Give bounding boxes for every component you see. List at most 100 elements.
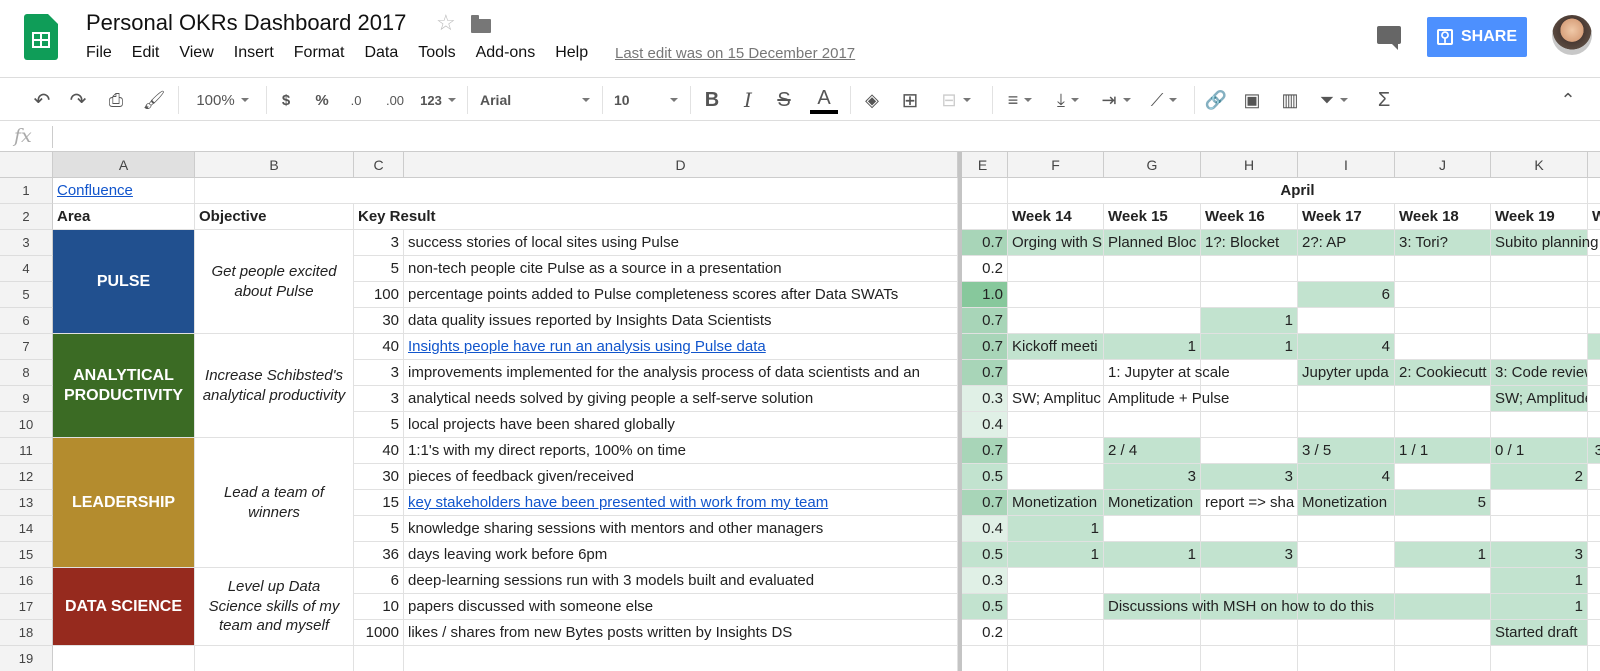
week-cell[interactable] [1008, 438, 1104, 464]
target-cell[interactable]: 6 [354, 568, 404, 594]
week-cell[interactable]: report => sha [1201, 490, 1298, 516]
score-cell[interactable]: 0.7 [958, 308, 1008, 334]
column-header[interactable]: D [404, 152, 958, 178]
key-result-cell[interactable]: knowledge sharing sessions with mentors … [404, 516, 958, 542]
score-cell[interactable]: 0.4 [958, 516, 1008, 542]
italic-icon[interactable]: I [736, 86, 760, 114]
increase-decimal-button[interactable]: .00 [380, 86, 410, 114]
area-cell[interactable]: LEADERSHIP [53, 438, 195, 568]
week-header[interactable]: Week 15 [1104, 204, 1201, 230]
key-result-cell[interactable]: papers discussed with someone else [404, 594, 958, 620]
borders-icon[interactable]: ⊞ [898, 86, 922, 114]
target-cell[interactable]: 30 [354, 464, 404, 490]
week-cell[interactable] [1298, 568, 1395, 594]
score-cell[interactable]: 0.2 [958, 620, 1008, 646]
week-cell[interactable]: 1 [1201, 334, 1298, 360]
collapse-toolbar-icon[interactable]: ⌃ [1556, 86, 1580, 114]
more-formats-select[interactable]: 123 [418, 86, 458, 114]
menu-file[interactable]: File [86, 44, 112, 62]
comments-icon[interactable] [1377, 26, 1401, 50]
score-cell[interactable]: 0.5 [958, 594, 1008, 620]
week-cell[interactable] [1104, 308, 1201, 334]
functions-icon[interactable]: Σ [1372, 86, 1396, 114]
menu-format[interactable]: Format [294, 44, 345, 62]
column-header[interactable] [1588, 152, 1600, 178]
menu-tools[interactable]: Tools [418, 44, 455, 62]
week-cell[interactable]: 2 [1491, 464, 1588, 490]
table-cell[interactable] [1104, 646, 1201, 671]
week-cell[interactable] [1298, 412, 1395, 438]
score-cell[interactable]: 0.7 [958, 360, 1008, 386]
week-cell[interactable]: 3 / 5 [1298, 438, 1395, 464]
week-cell[interactable] [1008, 256, 1104, 282]
week-cell[interactable] [1104, 282, 1201, 308]
frozen-column-divider[interactable] [958, 152, 962, 671]
print-icon[interactable]: ⎙ [102, 86, 130, 114]
insert-link-icon[interactable]: 🔗 [1202, 86, 1230, 114]
fill-color-icon[interactable]: ◈ [860, 86, 884, 114]
column-header[interactable]: H [1201, 152, 1298, 178]
table-cell[interactable] [404, 646, 958, 671]
score-cell[interactable]: 0.7 [958, 438, 1008, 464]
week-cell[interactable] [1588, 568, 1600, 594]
score-cell[interactable]: 0.4 [958, 412, 1008, 438]
table-cell[interactable] [958, 178, 1008, 204]
week-cell[interactable]: Planned Bloc [1104, 230, 1201, 256]
week-cell[interactable] [1008, 282, 1104, 308]
undo-icon[interactable]: ↶ [28, 86, 56, 114]
week-cell[interactable]: 1 [1491, 594, 1588, 620]
column-header[interactable]: K [1491, 152, 1588, 178]
objective-cell[interactable]: Level up Data Science skills of my team … [195, 568, 354, 646]
week-cell[interactable] [1395, 412, 1491, 438]
key-result-cell[interactable]: non-tech people cite Pulse as a source i… [404, 256, 958, 282]
week-cell[interactable] [1008, 620, 1104, 646]
key-result-cell[interactable]: deep-learning sessions run with 3 models… [404, 568, 958, 594]
week-cell[interactable] [1008, 568, 1104, 594]
row-header[interactable]: 11 [0, 438, 53, 464]
week-cell[interactable]: 1 [1395, 542, 1491, 568]
target-cell[interactable]: 100 [354, 282, 404, 308]
score-cell[interactable]: 1.0 [958, 282, 1008, 308]
key-result-cell[interactable]: data quality issues reported by Insights… [404, 308, 958, 334]
week-cell[interactable] [1395, 620, 1491, 646]
week-cell[interactable] [1201, 412, 1298, 438]
bold-icon[interactable]: B [700, 86, 724, 114]
column-header[interactable]: A [53, 152, 195, 178]
row-header[interactable]: 1 [0, 178, 53, 204]
row-header[interactable]: 15 [0, 542, 53, 568]
week-cell[interactable] [1395, 334, 1491, 360]
week-cell[interactable]: Monetization [1104, 490, 1201, 516]
week-cell[interactable]: 1 [1104, 334, 1201, 360]
menu-help[interactable]: Help [555, 44, 588, 62]
week-header[interactable]: Week 19 [1491, 204, 1588, 230]
week-cell[interactable] [1298, 386, 1395, 412]
row-header[interactable]: 18 [0, 620, 53, 646]
week-cell[interactable] [1104, 256, 1201, 282]
week-cell[interactable] [1201, 438, 1298, 464]
table-cell[interactable] [1588, 178, 1600, 204]
key-result-cell[interactable]: local projects have been shared globally [404, 412, 958, 438]
week-cell[interactable] [1588, 256, 1600, 282]
key-result-cell[interactable]: improvements implemented for the analysi… [404, 360, 958, 386]
score-cell[interactable]: 0.7 [958, 490, 1008, 516]
week-cell[interactable] [1395, 386, 1491, 412]
week-cell[interactable] [1588, 542, 1600, 568]
target-cell[interactable]: 15 [354, 490, 404, 516]
target-cell[interactable]: 3 [354, 360, 404, 386]
table-cell[interactable] [1201, 646, 1298, 671]
week-cell[interactable]: 1?: Blocket [1201, 230, 1298, 256]
menu-insert[interactable]: Insert [234, 44, 274, 62]
week-cell[interactable] [1588, 308, 1600, 334]
percent-button[interactable]: % [310, 86, 334, 114]
week-cell[interactable] [1588, 594, 1600, 620]
week-cell[interactable]: 1 [1008, 542, 1104, 568]
week-cell[interactable]: 4 [1298, 464, 1395, 490]
week-cell[interactable]: Monetization [1008, 490, 1104, 516]
table-cell[interactable] [958, 646, 1008, 671]
week-header[interactable]: Week 18 [1395, 204, 1491, 230]
week-cell[interactable] [1104, 516, 1201, 542]
week-cell[interactable] [1298, 620, 1395, 646]
objective-header[interactable]: Objective [195, 204, 354, 230]
week-cell[interactable] [1395, 594, 1491, 620]
vertical-align-icon[interactable]: ⤓ [1048, 86, 1088, 114]
